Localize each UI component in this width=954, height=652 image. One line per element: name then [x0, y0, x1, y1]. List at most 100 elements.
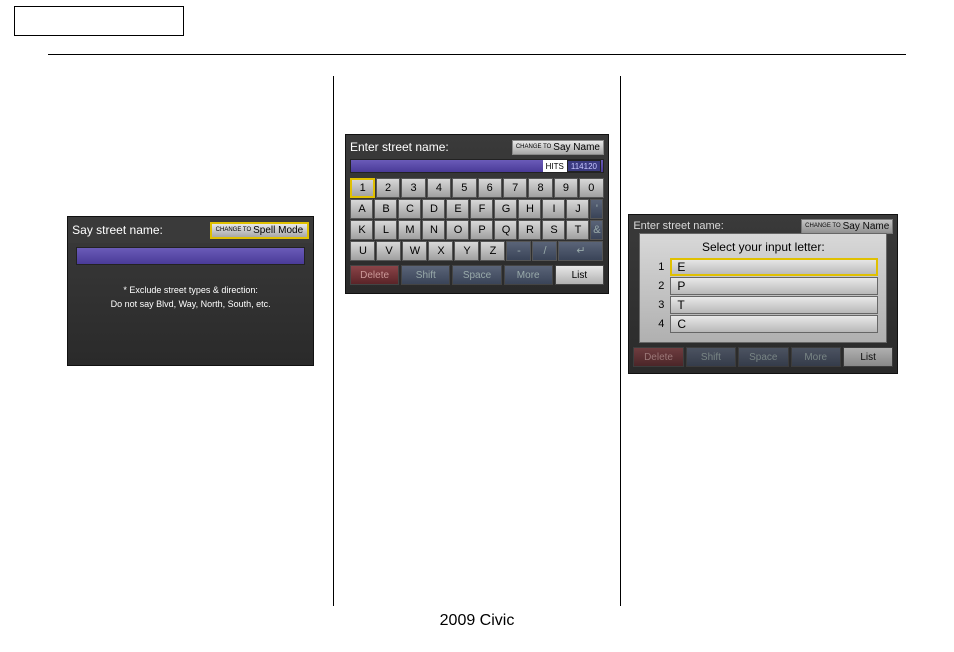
- delete-button-3[interactable]: Delete: [633, 347, 683, 367]
- kb-row-1: 1 2 3 4 5 6 7 8 9 0: [350, 177, 604, 198]
- input-letter-popup: Select your input letter: 1 E 2 P 3 T 4 …: [639, 233, 887, 343]
- nav-screenshot-2: Enter street name: CHANGE TO Say Name HI…: [345, 134, 609, 294]
- space-button-3[interactable]: Space: [738, 347, 788, 367]
- key-c[interactable]: C: [398, 199, 421, 219]
- option-row-4: 4 C: [648, 315, 878, 333]
- key-m[interactable]: M: [398, 220, 421, 240]
- s3-title: Enter street name:: [633, 220, 724, 232]
- option-p[interactable]: P: [670, 277, 878, 295]
- hits-value: 114120: [567, 160, 601, 172]
- popup-title: Select your input letter:: [648, 240, 878, 254]
- key-9[interactable]: 9: [554, 178, 578, 198]
- s1-note-line1: * Exclude street types & direction:: [68, 283, 313, 297]
- key-t[interactable]: T: [566, 220, 589, 240]
- column-2: Enter street name: CHANGE TO Say Name HI…: [334, 70, 619, 606]
- list-button[interactable]: List: [555, 265, 604, 285]
- column-3: Enter street name: CHANGE TO Say Name Se…: [621, 70, 906, 606]
- horizontal-rule: [48, 54, 906, 55]
- s1-note: * Exclude street types & direction: Do n…: [68, 283, 313, 311]
- key-enter[interactable]: ↵: [558, 241, 603, 261]
- key-5[interactable]: 5: [452, 178, 476, 198]
- key-7[interactable]: 7: [503, 178, 527, 198]
- key-z[interactable]: Z: [480, 241, 505, 261]
- s3-btn-small: CHANGE TO: [805, 223, 840, 229]
- more-button[interactable]: More: [504, 265, 553, 285]
- key-g[interactable]: G: [494, 199, 517, 219]
- space-button[interactable]: Space: [452, 265, 501, 285]
- key-k[interactable]: K: [350, 220, 373, 240]
- delete-button[interactable]: Delete: [350, 265, 399, 285]
- key-x[interactable]: X: [428, 241, 453, 261]
- option-c[interactable]: C: [670, 315, 878, 333]
- key-v[interactable]: V: [376, 241, 401, 261]
- shift-button-3[interactable]: Shift: [686, 347, 736, 367]
- spell-mode-button[interactable]: CHANGE TO Spell Mode: [210, 222, 309, 239]
- option-row-3: 3 T: [648, 296, 878, 314]
- key-n[interactable]: N: [422, 220, 445, 240]
- s2-btn-label: Say Name: [553, 142, 600, 153]
- key-q[interactable]: Q: [494, 220, 517, 240]
- s2-header: Enter street name: CHANGE TO Say Name: [346, 135, 608, 159]
- s2-input-bar[interactable]: HITS 114120: [350, 159, 604, 173]
- key-l[interactable]: L: [374, 220, 397, 240]
- s3-bottom-row: Delete Shift Space More List: [633, 347, 893, 367]
- key-i[interactable]: I: [542, 199, 565, 219]
- key-w[interactable]: W: [402, 241, 427, 261]
- say-name-button-3[interactable]: CHANGE TO Say Name: [801, 219, 893, 234]
- key-h[interactable]: H: [518, 199, 541, 219]
- kb-row-3: K L M N O P Q R S T &: [350, 219, 604, 240]
- shift-button[interactable]: Shift: [401, 265, 450, 285]
- key-4[interactable]: 4: [427, 178, 451, 198]
- s3-btn-label: Say Name: [843, 221, 890, 232]
- key-1[interactable]: 1: [350, 178, 374, 198]
- hits-indicator: HITS 114120: [543, 160, 601, 172]
- nav-screenshot-3: Enter street name: CHANGE TO Say Name Se…: [628, 214, 898, 374]
- s1-btn-small: CHANGE TO: [216, 227, 251, 233]
- key-s[interactable]: S: [542, 220, 565, 240]
- s1-header: Say street name: CHANGE TO Spell Mode: [68, 217, 313, 243]
- key-b[interactable]: B: [374, 199, 397, 219]
- key-d[interactable]: D: [422, 199, 445, 219]
- empty-box: [14, 6, 184, 36]
- option-t[interactable]: T: [670, 296, 878, 314]
- s2-title: Enter street name:: [350, 140, 449, 154]
- key-f[interactable]: F: [470, 199, 493, 219]
- columns: Say street name: CHANGE TO Spell Mode * …: [48, 70, 906, 606]
- key-j[interactable]: J: [566, 199, 589, 219]
- key-p[interactable]: P: [470, 220, 493, 240]
- s1-title: Say street name:: [72, 223, 163, 237]
- key-8[interactable]: 8: [528, 178, 552, 198]
- s2-bottom-row: Delete Shift Space More List: [350, 265, 604, 285]
- key-o[interactable]: O: [446, 220, 469, 240]
- option-row-2: 2 P: [648, 277, 878, 295]
- column-1: Say street name: CHANGE TO Spell Mode * …: [48, 70, 333, 606]
- key-6[interactable]: 6: [478, 178, 502, 198]
- opt-num-3: 3: [648, 299, 670, 311]
- key-dash[interactable]: -: [506, 241, 531, 261]
- key-3[interactable]: 3: [401, 178, 425, 198]
- s2-btn-small: CHANGE TO: [516, 144, 551, 150]
- opt-num-4: 4: [648, 318, 670, 330]
- keyboard: 1 2 3 4 5 6 7 8 9 0 A B C D E F: [350, 177, 604, 261]
- key-r[interactable]: R: [518, 220, 541, 240]
- kb-row-2: A B C D E F G H I J ': [350, 198, 604, 219]
- key-y[interactable]: Y: [454, 241, 479, 261]
- key-slash[interactable]: /: [532, 241, 557, 261]
- opt-num-2: 2: [648, 280, 670, 292]
- opt-num-1: 1: [648, 261, 670, 273]
- nav-screenshot-1: Say street name: CHANGE TO Spell Mode * …: [67, 216, 314, 366]
- say-name-button[interactable]: CHANGE TO Say Name: [512, 140, 604, 155]
- hits-label: HITS: [543, 160, 567, 172]
- option-e[interactable]: E: [670, 258, 878, 276]
- key-2[interactable]: 2: [376, 178, 400, 198]
- more-button-3[interactable]: More: [791, 347, 841, 367]
- key-amp[interactable]: &: [590, 220, 603, 240]
- key-e[interactable]: E: [446, 199, 469, 219]
- key-u[interactable]: U: [350, 241, 375, 261]
- key-quote[interactable]: ': [590, 199, 603, 219]
- list-button-3[interactable]: List: [843, 347, 893, 367]
- s1-note-line2: Do not say Blvd, Way, North, South, etc.: [68, 297, 313, 311]
- key-0[interactable]: 0: [579, 178, 603, 198]
- s1-input-bar[interactable]: [76, 247, 305, 265]
- key-a[interactable]: A: [350, 199, 373, 219]
